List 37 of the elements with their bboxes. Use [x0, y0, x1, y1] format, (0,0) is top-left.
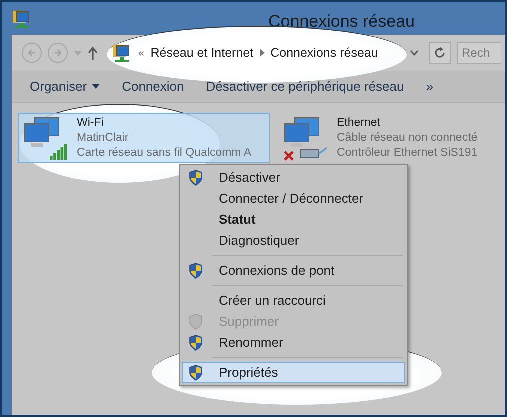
menu-item[interactable]: Diagnostiquer: [182, 230, 405, 251]
network-folder-icon: [12, 8, 32, 28]
connection-status: MatinClair: [77, 131, 130, 146]
network-folder-icon: [112, 43, 132, 63]
search-field[interactable]: Rech: [457, 42, 501, 64]
menu-item[interactable]: Connexions de pont: [182, 260, 405, 281]
menu-item[interactable]: Statut: [182, 209, 405, 230]
breadcrumb-arrow-icon: [260, 49, 265, 57]
refresh-icon: [434, 47, 446, 59]
address-bar[interactable]: « Réseau et Internet Connexions réseau: [108, 42, 423, 64]
adapter-name: Contrôleur Ethernet SiS191: [337, 146, 478, 161]
toolbar-button[interactable]: Désactiver ce périphérique réseau: [198, 75, 412, 98]
toolbar-button[interactable]: »: [418, 75, 442, 98]
connection-name: Wi-Fi: [77, 116, 105, 131]
breadcrumb-link[interactable]: Réseau et Internet: [150, 46, 254, 60]
menu-item[interactable]: Créer un raccourci: [182, 290, 405, 311]
disconnected-computers-icon: [283, 116, 329, 162]
adapter-name: Carte réseau sans fil Qualcomm A: [77, 146, 252, 161]
connection-item[interactable]: Wi-Fi MatinClair Carte réseau sans fil Qualcomm A: [18, 113, 270, 163]
menu-item[interactable]: Propriétés: [182, 362, 405, 383]
arrow-right-icon: [53, 48, 63, 58]
window-title: Connexions réseau: [268, 12, 415, 32]
menu-item[interactable]: Renommer: [182, 332, 405, 353]
caret-icon[interactable]: [410, 50, 419, 56]
breadcrumb-link[interactable]: Connexions réseau: [270, 46, 378, 60]
toolbar-button[interactable]: Organiser: [22, 75, 108, 98]
connection-status: Câble réseau non connecté: [337, 131, 478, 146]
menu-item[interactable]: Désactiver: [182, 167, 405, 188]
menu-item[interactable]: Connecter / Déconnecter: [182, 188, 405, 209]
connection-item[interactable]: Ethernet Câble réseau non connecté Contrôleur Ethernet SiS191: [278, 113, 498, 163]
toolbar-button[interactable]: Connexion: [114, 75, 192, 98]
arrow-left-icon: [27, 48, 37, 58]
up-arrow-icon[interactable]: [88, 46, 98, 60]
wireless-computers-icon: [23, 116, 69, 162]
breadcrumb-overflow[interactable]: «: [138, 46, 145, 60]
refresh-button[interactable]: [429, 42, 451, 64]
connection-name: Ethernet: [337, 116, 382, 131]
